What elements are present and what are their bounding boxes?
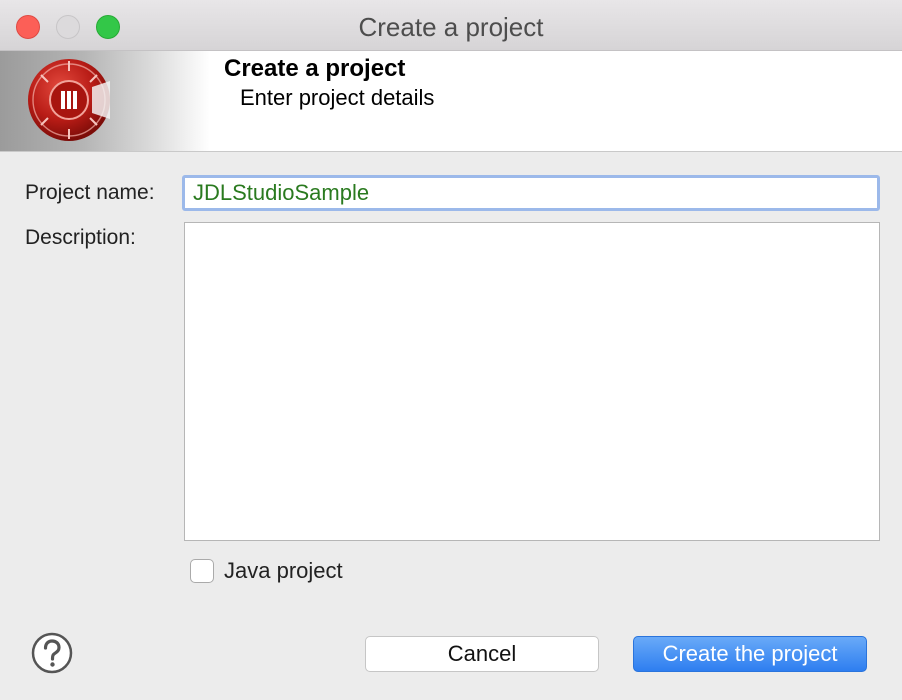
java-project-label[interactable]: Java project xyxy=(224,558,343,584)
java-project-checkbox[interactable] xyxy=(190,559,214,583)
description-label: Description: xyxy=(25,226,136,249)
banner-subtitle: Enter project details xyxy=(240,85,435,110)
help-icon[interactable] xyxy=(31,632,73,674)
app-logo-icon xyxy=(28,59,110,141)
cancel-button[interactable]: Cancel xyxy=(365,636,599,672)
project-name-input[interactable] xyxy=(182,175,880,211)
project-name-label: Project name: xyxy=(25,181,155,204)
description-textarea[interactable] xyxy=(184,222,880,541)
window-title: Create a project xyxy=(358,12,544,42)
banner-title: Create a project xyxy=(224,55,406,82)
header-banner: Create a project Enter project details xyxy=(0,51,902,152)
title-bar[interactable]: Create a project xyxy=(0,0,902,51)
create-project-dialog: Create a project Create a project Enter … xyxy=(0,0,902,700)
create-project-button[interactable]: Create the project xyxy=(633,636,867,672)
